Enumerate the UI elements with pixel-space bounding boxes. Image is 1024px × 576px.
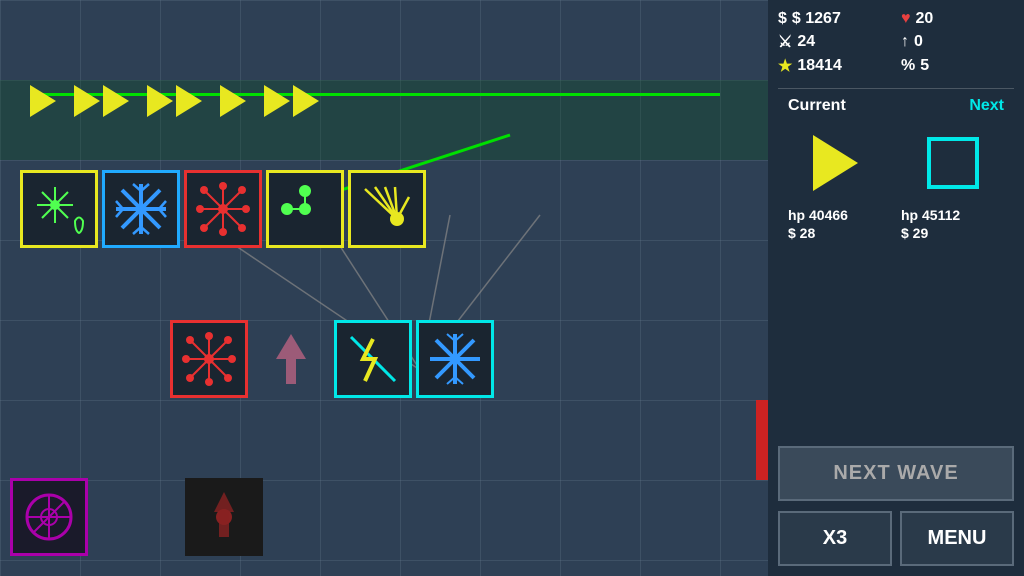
money-value: $ 1267: [792, 10, 841, 28]
health-bar: [756, 400, 768, 480]
right-panel: $ $ 1267 ♥ 20 ⚔ 24 ↑ 0 ★ 18414 % 5 Curre…: [768, 0, 1024, 576]
arrow-2: [74, 85, 129, 117]
tower-row-2: [170, 320, 494, 398]
tower-laser[interactable]: [348, 170, 426, 248]
tower-row-1: [20, 170, 426, 248]
tower-burst-red-2[interactable]: [170, 320, 248, 398]
bottom-buttons: X3 MENU: [778, 511, 1014, 566]
tower-connector[interactable]: [266, 170, 344, 248]
arrow-3: [147, 85, 202, 117]
tower-splash[interactable]: [20, 170, 98, 248]
current-cost: $ 28: [788, 225, 891, 241]
tower-lightning[interactable]: [334, 320, 412, 398]
next-cost: $ 29: [901, 225, 1004, 241]
tower-freeze[interactable]: [102, 170, 180, 248]
up-arrow-icon: ↑: [901, 33, 909, 51]
stats-grid: $ $ 1267 ♥ 20 ⚔ 24 ↑ 0 ★ 18414 % 5: [778, 10, 1014, 76]
next-label: Next: [969, 97, 1004, 115]
arrows-row: [30, 85, 319, 117]
menu-button[interactable]: MENU: [900, 511, 1014, 566]
percent-value: 5: [920, 57, 929, 75]
current-hp: hp 40466: [788, 207, 891, 223]
tower-empty: [252, 320, 330, 398]
current-label: Current: [788, 97, 846, 115]
hp-cost-grid: hp 40466 hp 45112 $ 28 $ 29: [778, 207, 1014, 241]
heart-icon: ♥: [901, 10, 911, 28]
arrow-1: [30, 85, 56, 117]
sword-stat: ⚔ 24: [778, 32, 891, 52]
tower-burst-red[interactable]: [184, 170, 262, 248]
next-hp: hp 45112: [901, 207, 1004, 223]
percent-icon: %: [901, 57, 915, 75]
arrow-4: [220, 85, 246, 117]
hearts-stat: ♥ 20: [901, 10, 1014, 28]
tower-up-arrow[interactable]: [185, 478, 263, 556]
sword-icon: ⚔: [778, 32, 792, 52]
divider-1: [778, 88, 1014, 89]
sword-value: 24: [797, 33, 815, 51]
current-enemy-shape: [813, 135, 858, 191]
money-icon: $: [778, 10, 787, 28]
star-stat: ★ 18414: [778, 56, 891, 76]
hearts-value: 20: [916, 10, 934, 28]
next-wave-button[interactable]: NEXT WAVE: [778, 446, 1014, 501]
tower-crosshair[interactable]: [10, 478, 88, 556]
next-enemy-shape: [927, 137, 979, 189]
arrow-up-stat: ↑ 0: [901, 32, 1014, 52]
tower-freeze-2[interactable]: [416, 320, 494, 398]
star-icon: ★: [778, 56, 792, 76]
x3-button[interactable]: X3: [778, 511, 892, 566]
money-stat: $ $ 1267: [778, 10, 891, 28]
percent-stat: % 5: [901, 56, 1014, 76]
arrow-5: [264, 85, 319, 117]
star-value: 18414: [797, 57, 842, 75]
game-area: [0, 0, 768, 576]
enemy-preview-row: [778, 125, 1014, 201]
current-next-header: Current Next: [778, 93, 1014, 119]
arrow-up-value: 0: [914, 33, 923, 51]
